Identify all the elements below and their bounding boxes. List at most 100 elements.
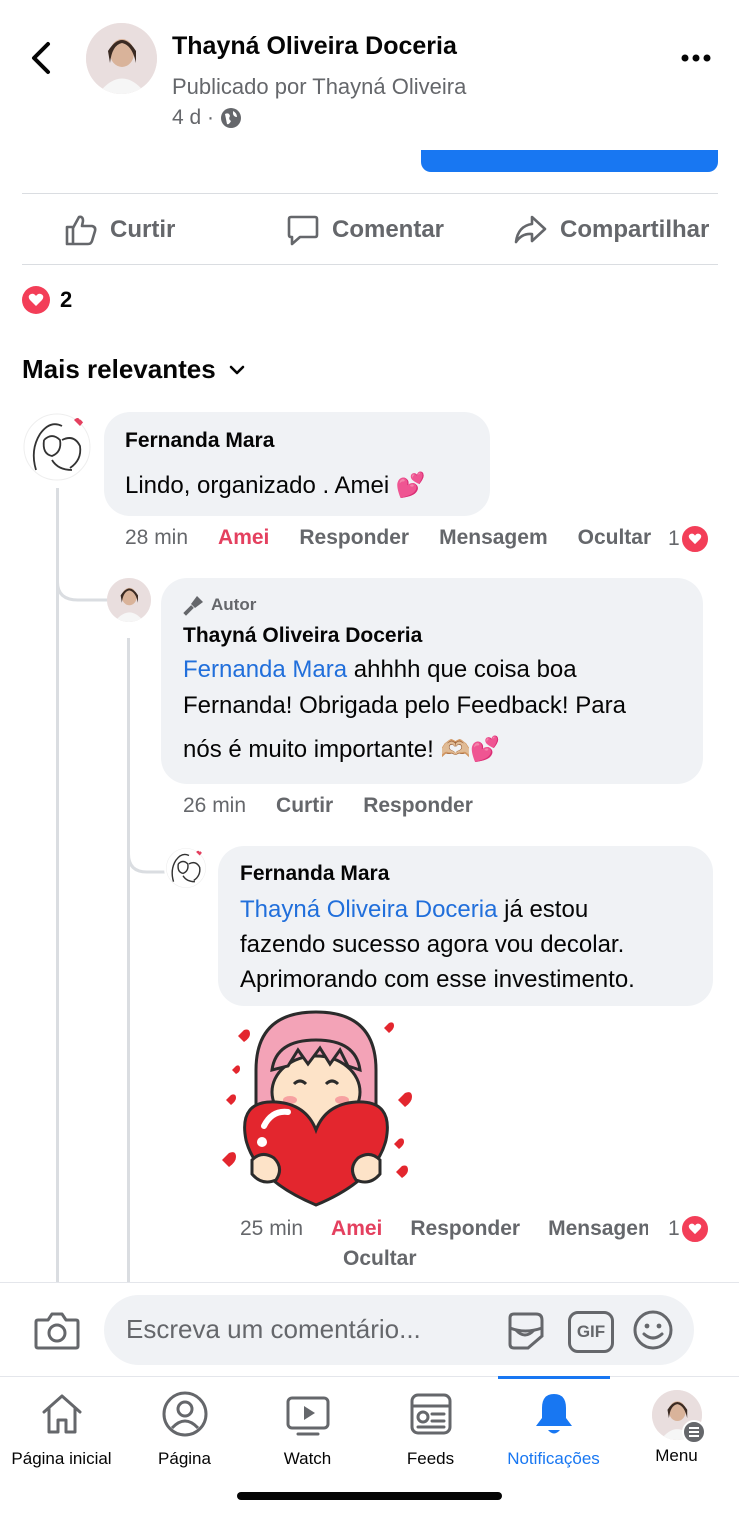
profile-icon	[162, 1391, 207, 1437]
camera-icon[interactable]	[34, 1310, 80, 1350]
comment-line: nós é muito importante! 🫶🏼💕	[183, 732, 693, 768]
thread-line	[127, 638, 130, 1283]
commenter-avatar[interactable]	[22, 410, 92, 484]
author-avatar[interactable]	[107, 578, 151, 622]
gif-label: GIF	[576, 1322, 606, 1341]
message-button[interactable]: Mensagem	[548, 1217, 648, 1241]
comment-line: Aprimorando com esse investimento.	[240, 966, 635, 993]
sort-label: Mais relevantes	[22, 354, 216, 384]
comment-line: Fernanda! Obrigada pelo Feedback! Para	[183, 692, 626, 719]
bell-icon	[535, 1394, 572, 1434]
comment-line: fazendo sucesso agora vou decolar.	[240, 931, 625, 958]
watch-icon	[286, 1396, 329, 1436]
hide-button[interactable]: Ocultar	[578, 526, 658, 550]
nav-feeds[interactable]: Feeds	[369, 1390, 492, 1469]
comment-bubble[interactable]: Fernanda Mara Lindo, organizado . Amei 💕	[104, 412, 490, 516]
microphone-icon	[183, 596, 203, 616]
comment-line: Fernanda Mara ahhhh que coisa boa	[183, 652, 693, 688]
back-icon[interactable]	[26, 38, 60, 78]
reply-button[interactable]: Responder	[410, 1217, 520, 1241]
comment-author[interactable]: Thayná Oliveira Doceria	[183, 624, 422, 648]
post-content-button-edge[interactable]	[421, 150, 718, 172]
comment-time: 28 min	[125, 526, 189, 549]
comment-text-block: Thayná Oliveira Doceria já estou fazendo…	[240, 892, 710, 997]
author-badge: Autor	[183, 594, 256, 616]
comment-time: 25 min	[240, 1217, 304, 1240]
share-label: Compartilhar	[560, 216, 710, 243]
thread-connector	[56, 560, 112, 602]
comment-bubble-icon	[287, 215, 319, 246]
comment-bubble[interactable]: Fernanda Mara Thayná Oliveira Doceria já…	[218, 846, 713, 1006]
love-reaction-button[interactable]: Amei	[331, 1217, 382, 1241]
comment-text-row: Lindo, organizado . Amei 💕	[125, 468, 426, 504]
nav-label: Menu	[655, 1446, 698, 1465]
mention-link[interactable]: Thayná Oliveira Doceria	[240, 896, 497, 923]
mention-link[interactable]: Fernanda Mara	[183, 656, 347, 683]
reply-button[interactable]: Responder	[299, 526, 409, 550]
nav-page[interactable]: Página	[123, 1390, 246, 1469]
comment-line: Thayná Oliveira Doceria já estou	[240, 892, 710, 927]
globe-icon	[221, 108, 242, 128]
nav-label: Notificações	[507, 1449, 600, 1468]
divider	[22, 264, 718, 265]
nav-menu[interactable]: Menu	[615, 1390, 738, 1466]
author-badge-label: Autor	[211, 595, 257, 614]
comment-text: Lindo, organizado . Amei	[125, 472, 390, 499]
like-comment-button[interactable]: Curtir	[276, 794, 333, 818]
nav-label: Feeds	[406, 1449, 455, 1468]
like-label: Curtir	[110, 216, 176, 243]
girl-heart-sticker[interactable]	[216, 1010, 416, 1210]
message-button[interactable]: Mensagem	[439, 526, 548, 550]
hide-button[interactable]: Ocultar	[343, 1247, 417, 1271]
nav-label: Watch	[283, 1449, 332, 1468]
comment-text-block: Fernanda Mara ahhhh que coisa boa Fernan…	[183, 652, 693, 768]
page-avatar[interactable]	[86, 23, 157, 94]
sticker-icon[interactable]	[504, 1310, 546, 1352]
nav-home[interactable]: Página inicial	[0, 1390, 123, 1469]
feeds-icon	[410, 1393, 451, 1435]
gif-button[interactable]: GIF	[568, 1311, 614, 1353]
comment-time: 26 min	[183, 794, 247, 817]
comment-input-placeholder: Escreva um comentário...	[126, 1314, 421, 1344]
like-button[interactable]: Curtir	[64, 208, 175, 252]
comment-author[interactable]: Fernanda Mara	[125, 429, 274, 453]
home-indicator	[237, 1492, 502, 1500]
post-timestamp: 4 d ·	[172, 106, 242, 130]
comment-bubble[interactable]: Autor Thayná Oliveira Doceria Fernanda M…	[161, 578, 703, 784]
page-title[interactable]: Thayná Oliveira Doceria	[172, 32, 457, 61]
comment-label: Comentar	[332, 216, 445, 243]
home-icon	[42, 1394, 81, 1434]
hearts-emoji: 💕	[395, 472, 426, 499]
share-button[interactable]: Compartilhar	[512, 208, 709, 252]
reply-button[interactable]: Responder	[363, 794, 473, 818]
nav-label: Página	[158, 1449, 211, 1468]
thread-connector	[127, 840, 167, 874]
comment-text: nós é muito importante!	[183, 736, 441, 763]
chevron-down-icon	[229, 365, 244, 374]
more-options-icon[interactable]	[680, 48, 712, 68]
comment-reaction-count[interactable]: 1	[668, 1214, 710, 1244]
nav-label: Página inicial	[11, 1449, 112, 1468]
thread-line	[56, 488, 59, 1283]
love-reaction-icon	[22, 286, 50, 314]
nav-notifications[interactable]: Notificações	[492, 1390, 615, 1469]
comment-reaction-count[interactable]: 1	[668, 524, 710, 554]
active-tab-indicator	[498, 1376, 610, 1379]
reaction-count: 2	[60, 287, 73, 312]
comment-button[interactable]: Comentar	[286, 208, 444, 252]
nav-watch[interactable]: Watch	[246, 1390, 369, 1469]
emoji-icon[interactable]	[632, 1309, 674, 1351]
comment-sort-dropdown[interactable]: Mais relevantes	[22, 354, 246, 385]
comment-text: ahhhh que coisa boa	[347, 656, 577, 683]
comment-meta: 25 min Amei Responder Mensagem	[240, 1217, 648, 1241]
heart-hands-emoji: 🫶🏼💕	[440, 736, 501, 763]
comment-text: já estou	[497, 896, 589, 923]
reaction-count: 1	[668, 527, 680, 550]
commenter-avatar[interactable]	[164, 846, 208, 890]
thumbs-up-icon	[65, 215, 97, 246]
post-time-text: 4 d ·	[172, 106, 215, 129]
comment-author[interactable]: Fernanda Mara	[240, 862, 389, 886]
love-reaction-button[interactable]: Amei	[218, 526, 269, 550]
post-author-subtitle: Publicado por Thayná Oliveira	[172, 74, 467, 99]
reaction-summary[interactable]: 2	[22, 286, 72, 314]
